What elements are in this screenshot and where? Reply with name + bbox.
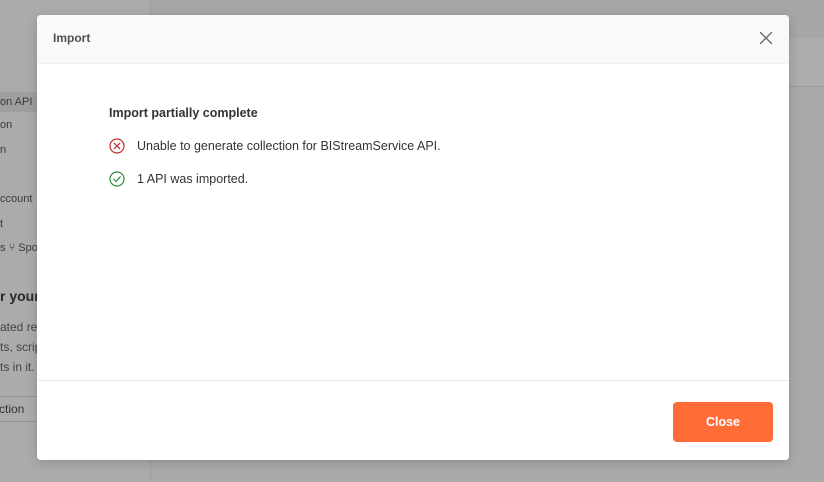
sidebar-item: ccount bbox=[0, 193, 33, 205]
dialog-header: Import bbox=[37, 15, 789, 64]
dialog-body: Import partially complete Unable to gene… bbox=[37, 63, 789, 380]
import-status-heading: Import partially complete bbox=[109, 106, 258, 120]
result-item-error: Unable to generate collection for BIStre… bbox=[109, 138, 441, 154]
result-item-success: 1 API was imported. bbox=[109, 171, 248, 187]
sidebar-item: s ⑂ Spo bbox=[0, 242, 38, 254]
error-circle-icon bbox=[109, 138, 125, 154]
close-button[interactable]: Close bbox=[673, 402, 773, 442]
sidebar-item: on API bbox=[0, 92, 40, 112]
result-text: Unable to generate collection for BIStre… bbox=[137, 139, 441, 153]
background-text: ts in it. bbox=[0, 360, 35, 374]
result-text: 1 API was imported. bbox=[137, 172, 249, 186]
sidebar-item-label: Spo bbox=[18, 242, 38, 254]
sidebar-item: n bbox=[0, 144, 7, 156]
background-heading: r your bbox=[0, 288, 40, 304]
sidebar-item-label: s bbox=[0, 242, 6, 254]
check-circle-icon bbox=[109, 171, 125, 187]
fork-icon: ⑂ bbox=[8, 242, 16, 254]
close-icon[interactable] bbox=[759, 31, 773, 45]
dialog-title: Import bbox=[53, 31, 91, 45]
dialog-footer: Close bbox=[37, 380, 789, 460]
sidebar-item: t bbox=[0, 218, 4, 230]
import-dialog: Import Import partially complete Unable … bbox=[37, 15, 789, 460]
background-text: ts, scrip bbox=[0, 340, 42, 354]
sidebar-item: on bbox=[0, 119, 13, 131]
